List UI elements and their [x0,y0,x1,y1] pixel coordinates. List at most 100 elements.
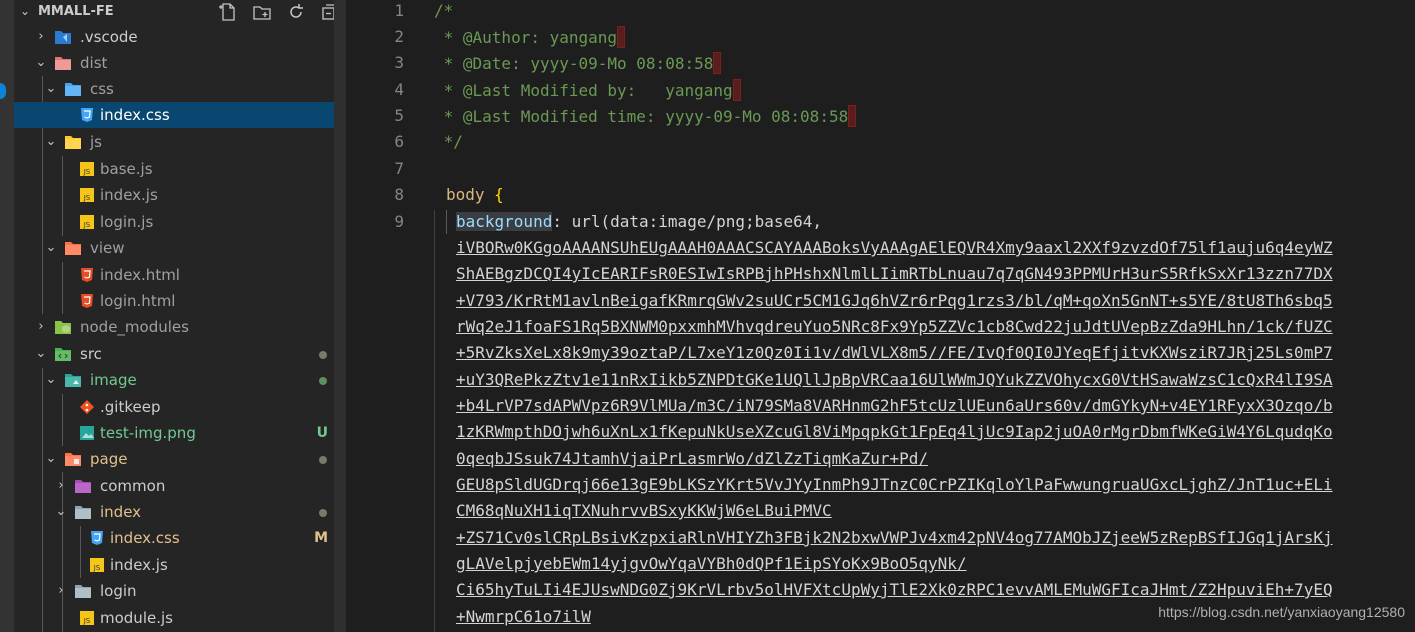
tree-item-page[interactable]: ⌄ page [14,446,346,472]
folder-js-icon [64,134,82,150]
trailing-whitespace-marker [713,52,722,74]
refresh-icon[interactable] [286,2,306,22]
tree-item-vscode[interactable]: › .vscode [14,24,346,50]
html-file-icon [78,293,96,309]
tree-item-label: login.js [100,213,154,231]
watermark-text: https://blog.csdn.net/yanxiaoyang12580 [1158,604,1405,620]
code-line-9: background: url(data:image/png;base64, [456,211,822,233]
tree-item-index-css[interactable]: index.css [14,102,346,128]
modified-dot [319,351,327,359]
line-number: 8 [394,185,404,204]
tree-item-gitkeep[interactable]: .gitkeep [14,394,346,420]
tree-item-label: dist [80,54,108,72]
tree-item-base-js[interactable]: JS base.js [14,156,346,182]
folder-index-icon [74,504,92,520]
chevron-down-icon: ⌄ [55,504,67,519]
tree-item-page-index-css[interactable]: index.css M [14,525,346,551]
tree-item-label: module.js [100,609,173,627]
tree-item-css[interactable]: ⌄ css [14,76,346,102]
chevron-down-icon: ⌄ [45,240,57,255]
modified-dot [319,456,327,464]
modified-dot [319,509,327,517]
css-value: : url(data:image/png;base64, [552,212,823,231]
tree-item-image[interactable]: ⌄ image [14,367,346,393]
js-file-icon: JS [78,161,96,177]
explorer-header: ⌄ MMALL-FE [14,0,346,24]
chevron-down-icon: ⌄ [45,451,57,466]
html-file-icon [78,267,96,283]
svg-text:JS: JS [93,564,101,572]
tree-item-js[interactable]: ⌄ js [14,129,346,155]
wrapped-line: +V793/KrRtM1avlnBeigafKRmrqGWv2suUCr5CM1… [456,291,1333,310]
new-folder-icon[interactable] [252,2,272,22]
folder-dist-icon [54,55,72,71]
tree-item-label: common [100,477,166,495]
tree-item-test-img[interactable]: test-img.png U [14,420,346,446]
svg-text:JS: JS [83,221,91,229]
line-number: 2 [394,27,404,46]
css-selector: body [446,185,485,204]
tree-item-label: index [100,503,142,521]
image-file-icon [78,425,96,441]
tree-item-view[interactable]: ⌄ view [14,235,346,261]
tree-item-node-modules[interactable]: › node_modules [14,314,346,340]
tree-item-login-folder[interactable]: › login [14,578,346,604]
tree-item-label: index.html [100,266,180,284]
folder-view-icon [64,240,82,256]
folder-src-icon [54,346,72,362]
code-line-6: */ [434,131,463,153]
wrapped-line: 1zKRWmpthDOjwh6uXnLx1fKepuNkUseXZcuGl8Vi… [456,422,1333,441]
tree-item-src[interactable]: ⌄ src [14,341,346,367]
trailing-whitespace-marker [848,105,857,127]
svg-text:JS: JS [83,194,91,202]
chevron-right-icon: › [58,583,64,598]
tree-item-label: index.css [110,529,180,547]
line-number: 4 [394,80,404,99]
explorer-sidebar: ⌄ MMALL-FE › .vscode ⌄ dist ⌄ css index.… [14,0,346,632]
tree-item-page-index-js[interactable]: JS index.js [14,552,346,578]
activity-indicator[interactable] [0,83,6,99]
wrapped-line: iVBORw0KGgoAAAANSUhEUgAAAH0AAACSCAYAAABo… [456,238,1333,257]
tree-item-module-js[interactable]: JS module.js [14,605,346,631]
code-line-8: body { [446,184,504,206]
folder-vscode-icon [54,29,72,45]
code-line-2: * @Author: yangang [434,26,626,49]
comment-text: */ [434,132,463,151]
chevron-down-icon: ⌄ [35,55,47,70]
comment-text: * @Author: yangang [434,28,618,47]
code-editor[interactable]: 1 2 3 4 5 6 7 8 9 /* * @Author: yangang … [346,0,1415,632]
wrapped-line: ShAEBgzDCQI4yIcEARIFsR0ESIwIsRPBjhPHshxN… [456,264,1333,283]
trailing-whitespace-marker [617,26,626,48]
wrapped-line: GEU8pSldUGDrqj66e13gE9bLKSzYKrt5VvJYyInm… [456,475,1333,494]
tree-item-dist[interactable]: ⌄ dist [14,50,346,76]
folder-page-icon [64,451,82,467]
chevron-down-icon[interactable]: ⌄ [20,4,30,18]
tree-item-label: index.css [100,106,170,124]
tree-item-index-folder[interactable]: ⌄ index [14,499,346,525]
css-file-icon [78,107,96,123]
line-number: 9 [394,212,404,231]
chevron-down-icon: ⌄ [45,372,57,387]
tree-item-index-js[interactable]: JS index.js [14,182,346,208]
tree-item-common[interactable]: › common [14,473,346,499]
git-status-badge: U [316,425,328,441]
js-file-icon: JS [78,610,96,626]
git-file-icon [78,399,96,415]
tree-item-label: src [80,345,102,363]
sidebar-scrollbar[interactable] [334,0,346,632]
tree-item-label: page [90,450,128,468]
js-file-icon: JS [78,187,96,203]
tree-item-label: login.html [100,292,176,310]
tree-item-label: test-img.png [100,424,196,442]
new-file-icon[interactable] [218,2,238,22]
indent-guide [434,210,435,632]
wrapped-line: +5RvZksXeLx8k9my39oztaP/L7xeY1z0Qz0Ii1v/… [456,343,1333,362]
wrapped-line: 0qeqbJSsuk74JtamhVjaiPrLasmrWo/dZlZzTiqm… [456,449,929,468]
tree-item-login-html[interactable]: login.html [14,288,346,314]
tree-item-label: base.js [100,160,153,178]
tree-item-login-js[interactable]: JS login.js [14,209,346,235]
untracked-dot [319,377,327,385]
tree-item-label: image [90,371,137,389]
tree-item-index-html[interactable]: index.html [14,262,346,288]
line-number: 7 [394,159,404,178]
